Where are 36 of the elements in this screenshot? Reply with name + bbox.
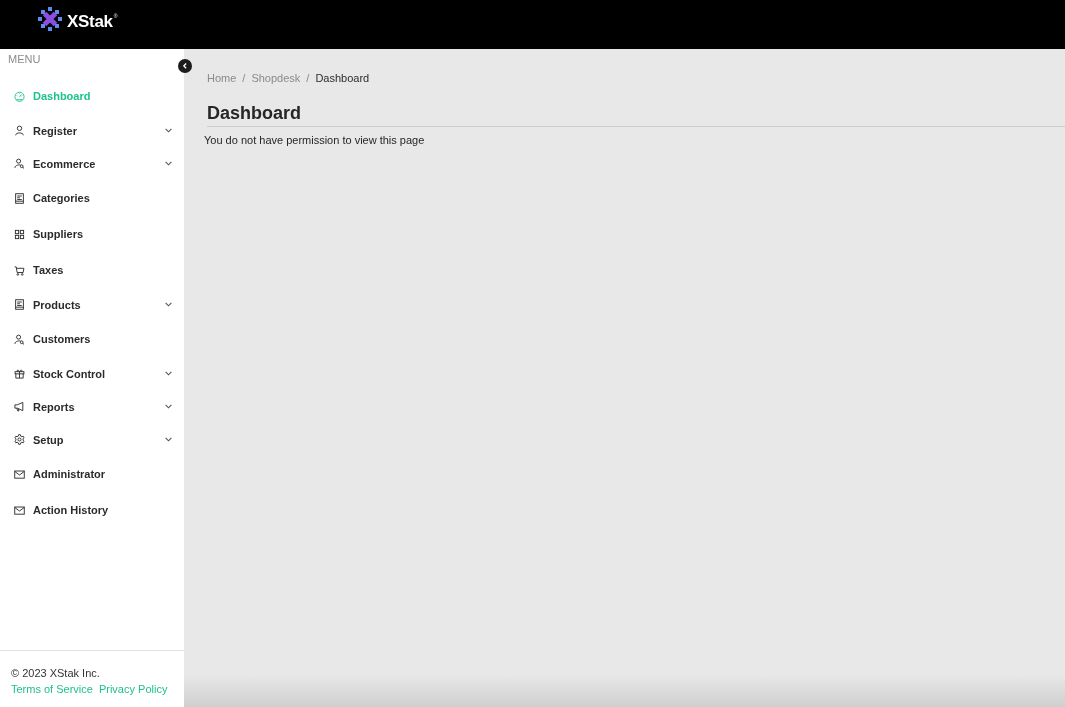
user-icon <box>14 125 25 136</box>
logo-icon <box>38 7 62 31</box>
sidebar-item[interactable]: Stock Control <box>0 357 184 390</box>
chevron-left-icon <box>182 63 187 69</box>
collapse-button[interactable] <box>178 59 192 73</box>
user-search-icon <box>14 333 25 345</box>
breadcrumb-current: Dashboard <box>315 71 370 85</box>
grid-icon <box>14 228 25 240</box>
gift-icon <box>14 368 25 379</box>
megaphone-icon <box>14 401 25 412</box>
sidebar-item[interactable]: Action History <box>0 492 184 528</box>
document-icon <box>14 299 25 310</box>
page-title: Dashboard <box>207 102 302 124</box>
sidebar-item[interactable]: Setup <box>0 423 184 456</box>
menu-heading: MENU <box>7 52 41 66</box>
sidebar-item[interactable]: Ecommerce <box>0 147 184 180</box>
brand-name: XStak$^{®}$ <box>67 11 118 32</box>
sidebar-item[interactable]: Taxes <box>0 252 184 288</box>
breadcrumb-separator: / <box>306 71 310 85</box>
sidebar-item[interactable]: Categories <box>0 180 184 216</box>
envelope-icon <box>14 504 25 516</box>
sidebar-item[interactable]: Suppliers <box>0 216 184 252</box>
document-icon <box>14 192 25 204</box>
user-search-icon <box>14 158 25 169</box>
sidebar-item[interactable]: Reports <box>0 390 184 423</box>
sidebar-item[interactable]: Customers <box>0 321 184 357</box>
settings-icon <box>14 434 25 445</box>
envelope-icon <box>14 468 25 480</box>
sidebar-item[interactable]: Products <box>0 288 184 321</box>
gauge-icon <box>14 90 25 102</box>
permission-message: You do not have permission to view this page <box>204 133 425 147</box>
copyright-text: © 2023 XStak Inc. <box>11 666 100 681</box>
sidebar-item[interactable]: Administrator <box>0 456 184 492</box>
cart-icon <box>14 264 25 276</box>
breadcrumb-separator: / <box>242 71 246 85</box>
sidebar-item[interactable]: Register <box>0 114 184 147</box>
